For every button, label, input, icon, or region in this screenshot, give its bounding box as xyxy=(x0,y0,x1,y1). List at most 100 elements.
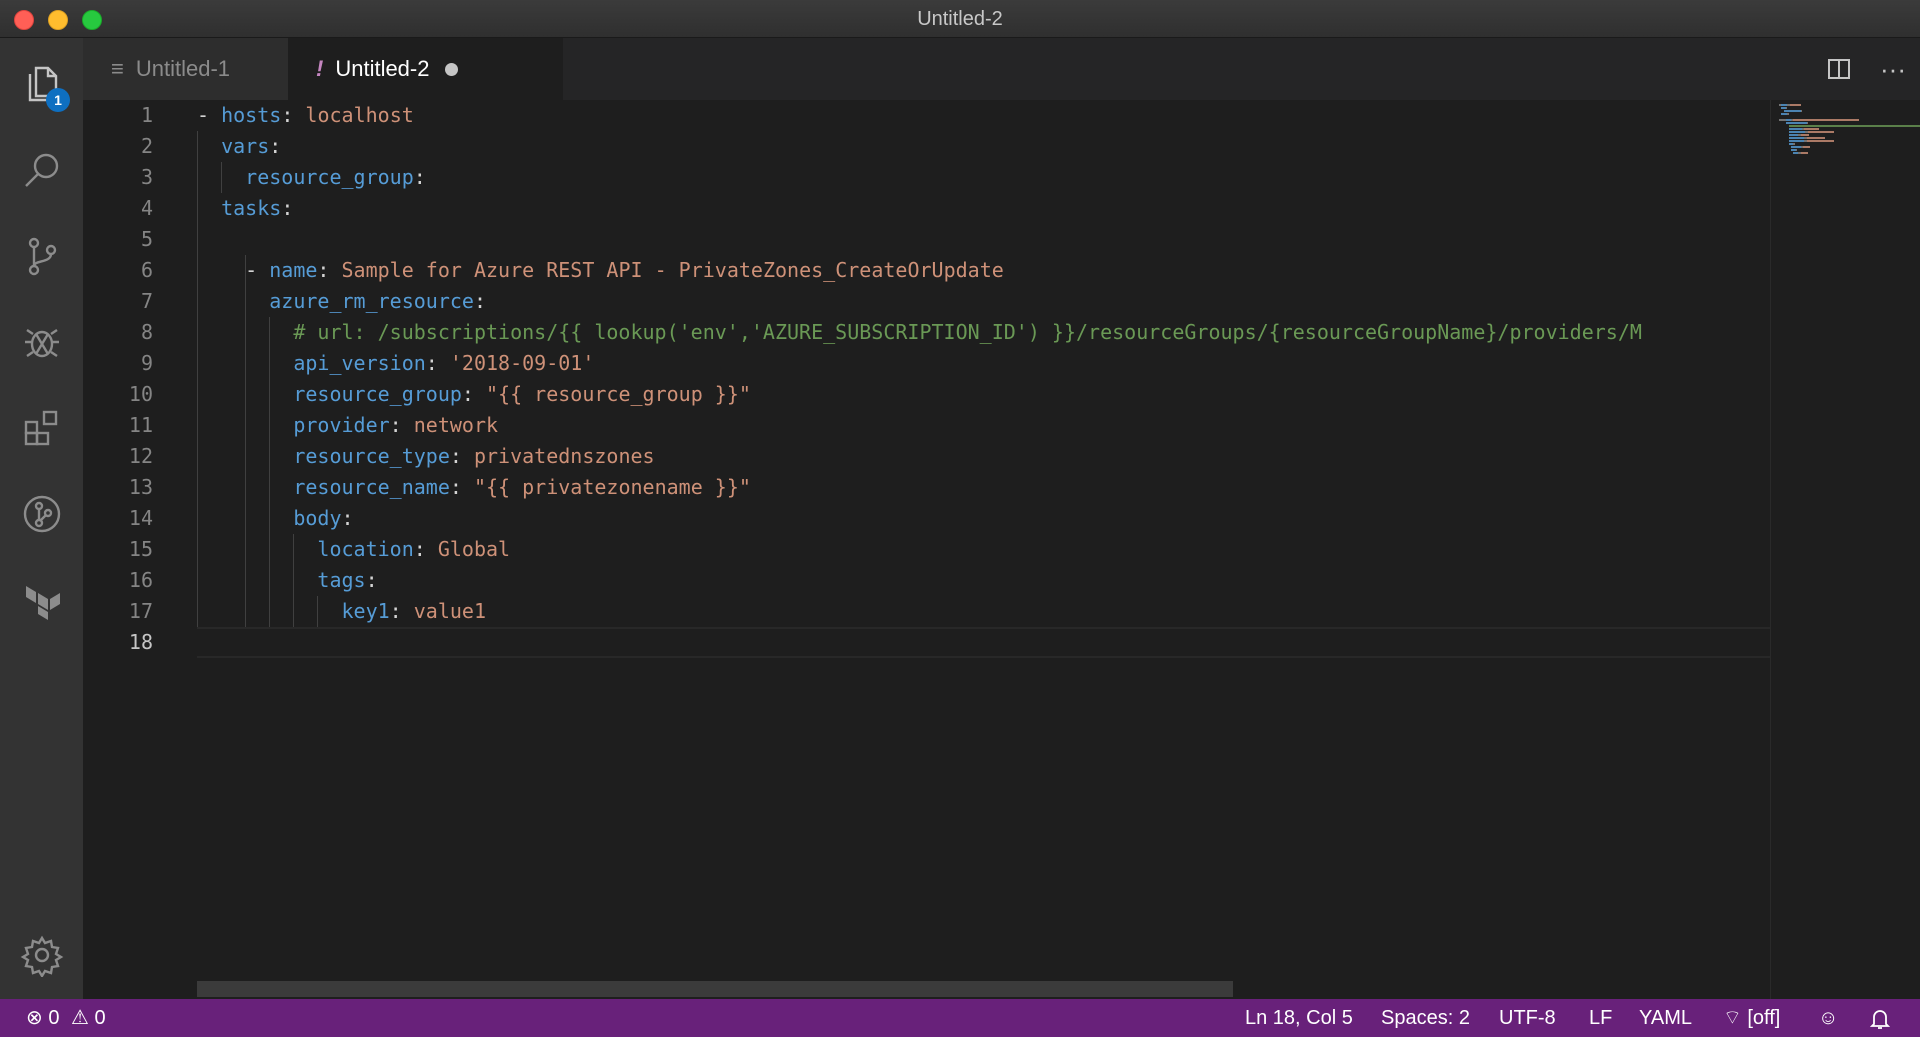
problems-indicator[interactable]: ⊗ 0 ⚠ 0 xyxy=(26,999,106,1037)
code-token: : xyxy=(473,289,486,313)
code-token: resource_type xyxy=(293,444,450,468)
code-token: "{{ privatezonename }}" xyxy=(473,475,751,499)
code-token: : xyxy=(425,351,450,375)
search-button[interactable] xyxy=(0,130,83,210)
source-control-icon xyxy=(28,237,56,276)
extensions-button[interactable] xyxy=(0,388,83,468)
code-line[interactable]: provider: network xyxy=(197,410,498,441)
terraform-button[interactable] xyxy=(0,560,83,640)
line-number: 4 xyxy=(140,196,153,220)
minimap-line xyxy=(1788,134,1799,136)
line-number: 1 xyxy=(140,103,153,127)
line-number: 11 xyxy=(128,413,153,437)
minimap-line xyxy=(1788,125,1920,127)
code-token: : xyxy=(317,258,342,282)
split-editor-button[interactable] xyxy=(1812,38,1866,100)
code-token: : xyxy=(389,599,414,623)
minimap-line xyxy=(1806,122,1808,124)
code-token: : xyxy=(461,382,486,406)
line-number: 12 xyxy=(128,444,153,468)
line-number: 15 xyxy=(128,537,153,561)
code-token: : xyxy=(413,537,438,561)
minimap-line xyxy=(1788,137,1805,139)
code-token: Sample for Azure REST API - PrivateZones… xyxy=(341,258,1004,282)
code-line[interactable]: resource_type: privatednszones xyxy=(197,441,654,472)
feedback-button[interactable]: ☺ xyxy=(1818,999,1838,1037)
code-line[interactable]: api_version: '2018-09-01' xyxy=(197,348,594,379)
line-number-gutter: 1 2 3 4 5 6 7 8 9 10 11 12 13 14 15 16 17 18 xyxy=(83,100,173,999)
code-token: # url: /subscriptions/{{ lookup('env','A… xyxy=(293,320,1642,344)
code-line[interactable]: # url: /subscriptions/{{ lookup('env','A… xyxy=(197,317,1642,348)
editor[interactable]: 1 2 3 4 5 6 7 8 9 10 11 12 13 14 15 16 17 18 - hosts: loc… xyxy=(83,100,1920,999)
code-token: network xyxy=(413,413,499,437)
code-line[interactable]: body: xyxy=(197,503,354,534)
tab-actions: ··· xyxy=(1812,38,1920,100)
minimap-line xyxy=(1804,128,1819,130)
code-line[interactable]: azure_rm_resource: xyxy=(197,286,486,317)
code-token: value1 xyxy=(413,599,487,623)
live-share-label: [off] xyxy=(1747,1007,1781,1029)
line-number: 5 xyxy=(140,227,153,251)
more-actions-button[interactable]: ··· xyxy=(1866,38,1920,100)
language-mode[interactable]: YAML xyxy=(1639,999,1692,1037)
code-token: location xyxy=(317,537,414,561)
git-graph-icon xyxy=(23,495,60,533)
ellipsis-icon: ··· xyxy=(1880,53,1906,84)
encoding-setting[interactable]: UTF-8 xyxy=(1499,999,1556,1037)
code-line[interactable]: tags: xyxy=(197,565,377,596)
explorer-button[interactable]: 1 xyxy=(0,44,83,124)
minimap-line xyxy=(1791,146,1801,148)
tab-label: Untitled-2 xyxy=(335,56,430,81)
minimap-line xyxy=(1788,131,1806,133)
code-line[interactable]: resource_group: "{{ resource_group }}" xyxy=(197,379,751,410)
code-token: name xyxy=(269,258,318,282)
terraform-icon xyxy=(25,586,60,620)
code-token: '2018-09-01' xyxy=(449,351,595,375)
unsaved-indicator-icon[interactable] xyxy=(445,62,459,76)
title-bar: Untitled-2 xyxy=(0,0,1920,38)
line-number: 3 xyxy=(140,165,153,189)
line-number: 10 xyxy=(128,382,153,406)
code-line[interactable]: resource_group: xyxy=(197,162,426,193)
tab-untitled-1[interactable]: ≡ Untitled-1 xyxy=(83,38,288,100)
code-line[interactable]: - name: Sample for Azure REST API - Priv… xyxy=(197,255,1004,286)
horizontal-scrollbar[interactable] xyxy=(197,981,1233,997)
code-line[interactable]: key1: value1 xyxy=(197,596,487,627)
explorer-badge: 1 xyxy=(46,88,70,112)
indentation-setting[interactable]: Spaces: 2 xyxy=(1381,999,1470,1037)
bell-icon xyxy=(1869,1009,1891,1029)
minimap-line xyxy=(1783,110,1801,112)
code-line[interactable]: tasks: xyxy=(197,193,293,224)
minimap-line xyxy=(1800,110,1802,112)
line-number: 14 xyxy=(128,506,153,530)
eol-setting[interactable]: LF xyxy=(1589,999,1612,1037)
debug-button[interactable] xyxy=(0,302,83,382)
code-token: api_version xyxy=(293,351,426,375)
tab-untitled-2[interactable]: ! Untitled-2 xyxy=(288,38,563,100)
cursor-position[interactable]: Ln 18, Col 5 xyxy=(1245,999,1353,1037)
code-token: azure_rm_resource xyxy=(269,289,474,313)
live-share-status[interactable]: ⌔ [off] xyxy=(1723,999,1780,1037)
code-token: resource_group xyxy=(245,165,414,189)
notifications-button[interactable] xyxy=(1869,999,1891,1037)
line-number: 16 xyxy=(128,568,153,592)
extensions-icon xyxy=(24,410,57,446)
code-line[interactable]: location: Global xyxy=(197,534,510,565)
line-number: 9 xyxy=(140,351,153,375)
code-line[interactable]: vars: xyxy=(197,131,281,162)
code-area[interactable]: - hosts: localhost vars: resource_group:… xyxy=(197,100,1770,999)
code-line[interactable]: - hosts: localhost xyxy=(197,100,414,131)
code-line[interactable]: resource_name: "{{ privatezonename }}" xyxy=(197,472,751,503)
minimap[interactable] xyxy=(1770,100,1920,999)
line-number: 8 xyxy=(140,320,153,344)
code-token: : xyxy=(341,506,354,530)
source-control-button[interactable] xyxy=(0,216,83,296)
git-graph-button[interactable] xyxy=(0,474,83,554)
settings-button[interactable] xyxy=(0,915,83,995)
